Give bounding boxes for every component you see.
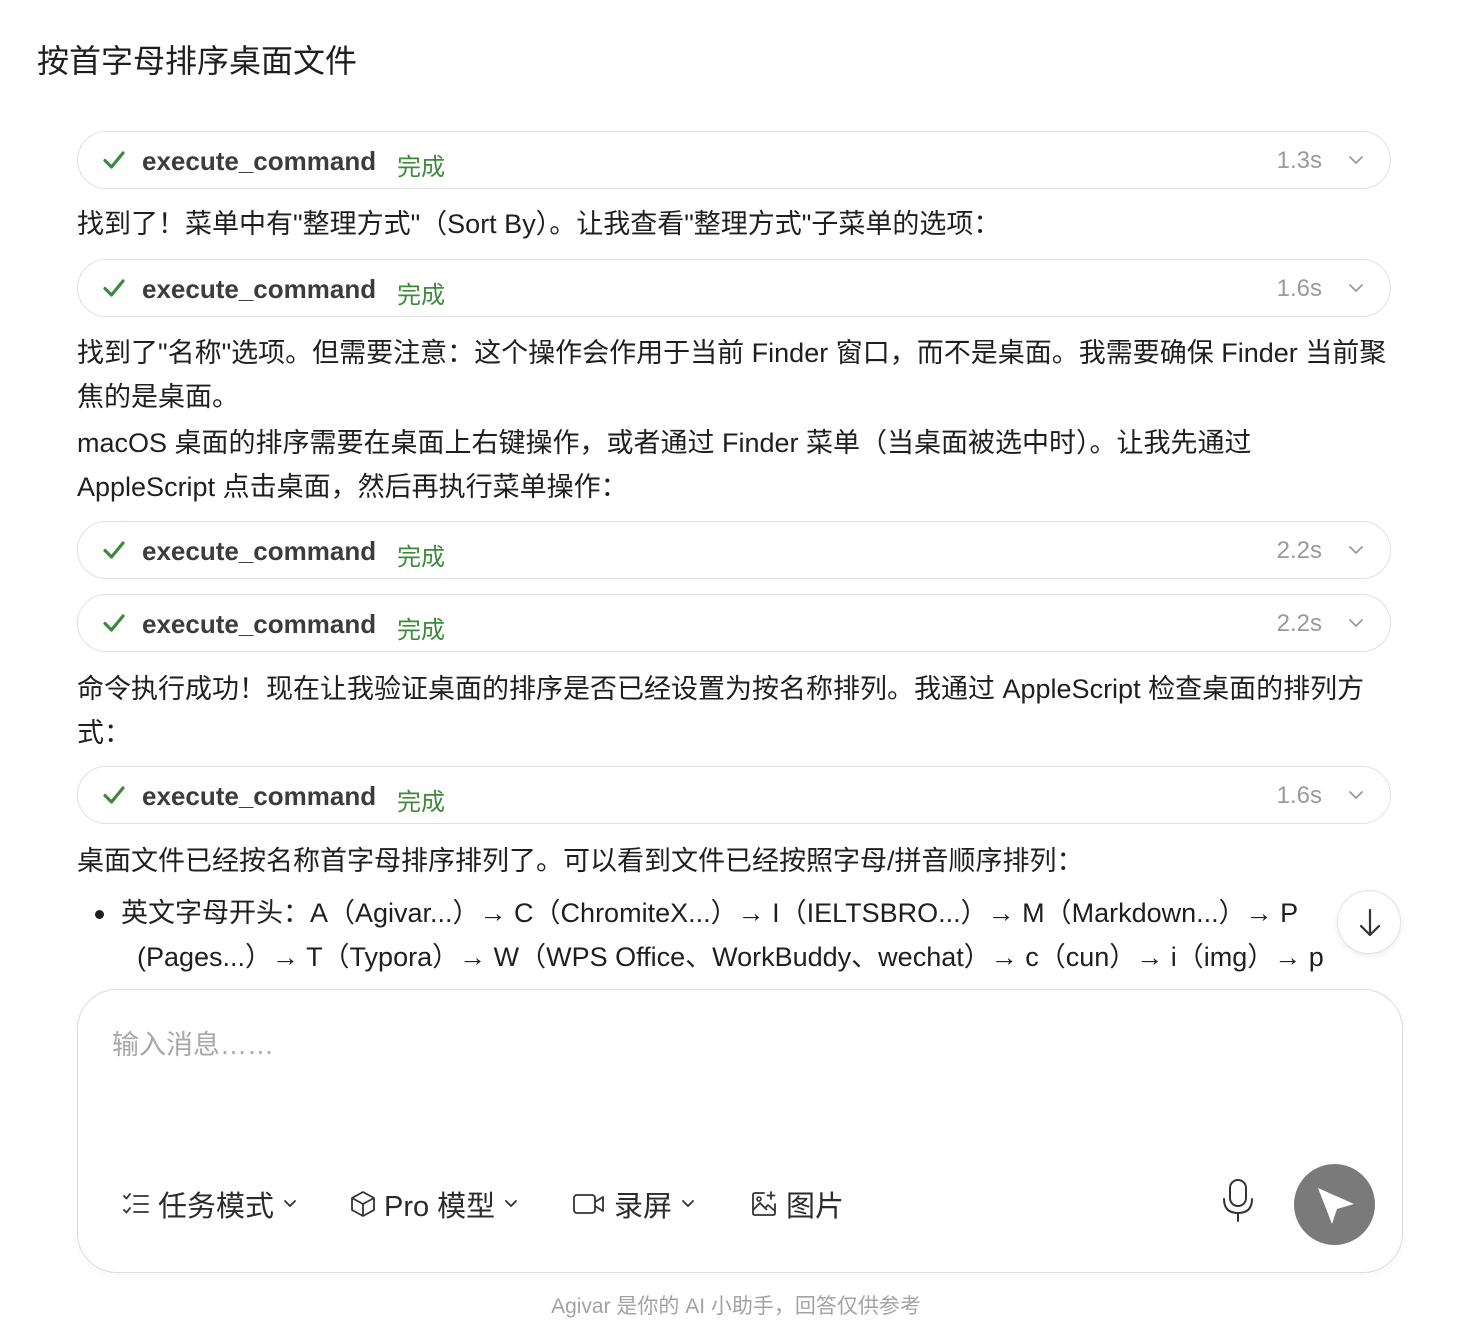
tool-duration: 1.6s bbox=[1276, 782, 1322, 809]
tool-name: execute_command bbox=[142, 274, 377, 304]
send-button[interactable] bbox=[1294, 1164, 1375, 1245]
chevron-down-icon[interactable] bbox=[1348, 544, 1364, 556]
image-label: 图片 bbox=[786, 1191, 845, 1223]
tool-call-card[interactable]: execute_command 完成 2.2s bbox=[77, 594, 1391, 652]
cube-icon bbox=[351, 1191, 375, 1217]
bullet-dot bbox=[95, 910, 104, 919]
chevron-down-icon bbox=[682, 1200, 694, 1207]
arrow-down-icon bbox=[1359, 908, 1381, 937]
tool-status: 完成 bbox=[397, 544, 445, 571]
check-icon bbox=[103, 279, 125, 297]
check-icon bbox=[103, 786, 125, 804]
chevron-down-icon[interactable] bbox=[1348, 154, 1364, 166]
scroll-to-bottom-button[interactable] bbox=[1337, 890, 1401, 954]
chevron-down-icon[interactable] bbox=[1348, 282, 1364, 294]
tool-call-card[interactable]: execute_command 完成 2.2s bbox=[77, 521, 1391, 579]
tool-status: 完成 bbox=[397, 282, 445, 309]
message-text: 找到了"名称"选项。但需要注意：这个操作会作用于当前 Finder 窗口，而不是… bbox=[77, 338, 1387, 412]
screen-record-dropdown[interactable]: 录屏 bbox=[572, 1182, 696, 1226]
tool-status: 完成 bbox=[397, 154, 445, 181]
tool-duration: 1.3s bbox=[1276, 147, 1322, 174]
record-label: 录屏 bbox=[614, 1191, 673, 1223]
model-dropdown[interactable]: Pro 模型 bbox=[350, 1182, 519, 1226]
video-camera-icon bbox=[573, 1194, 604, 1214]
chevron-down-icon bbox=[505, 1200, 518, 1207]
chat-transcript: execute_command 完成 1.3s 找到了！菜单中有"整理方式"（S… bbox=[77, 131, 1391, 976]
send-arrow-icon bbox=[1318, 1188, 1354, 1224]
message-text: 桌面文件已经按名称首字母排序排列了。可以看到文件已经按照字母/拼音顺序排列： bbox=[77, 846, 1084, 876]
message-text: macOS 桌面的排序需要在桌面上右键操作，或者通过 Finder 菜单（当桌面… bbox=[77, 428, 1252, 502]
message-text: 找到了！菜单中有"整理方式"（Sort By）。让我查看"整理方式"子菜单的选项… bbox=[77, 209, 1001, 239]
check-icon bbox=[103, 614, 125, 632]
microphone-icon[interactable] bbox=[1218, 1178, 1258, 1224]
chevron-down-icon[interactable] bbox=[1348, 617, 1364, 629]
disclaimer-footer: Agivar 是你的 AI 小助手，回答仅供参考 bbox=[551, 1295, 921, 1318]
chevron-down-icon bbox=[284, 1200, 296, 1207]
tool-duration: 2.2s bbox=[1276, 537, 1322, 564]
task-list-icon bbox=[123, 1193, 149, 1214]
tool-name: execute_command bbox=[142, 781, 377, 811]
assistant-message: 命令执行成功！现在让我验证桌面的排序是否已经设置为按名称排列。我通过 Apple… bbox=[77, 667, 1391, 755]
tool-call-card[interactable]: execute_command 完成 1.6s bbox=[77, 259, 1391, 317]
check-icon bbox=[103, 541, 125, 559]
image-upload-button[interactable]: 图片 bbox=[750, 1182, 844, 1226]
task-mode-dropdown[interactable]: 任务模式 bbox=[122, 1182, 298, 1226]
image-add-icon bbox=[752, 1191, 776, 1216]
tool-call-card[interactable]: execute_command 完成 1.6s bbox=[77, 766, 1391, 824]
list-item-text-continued: (Pages...）→ T（Typora）→ W（WPS Office、Work… bbox=[137, 942, 1324, 972]
tool-duration: 2.2s bbox=[1276, 610, 1322, 637]
message-composer: 任务模式 Pro 模型 录屏 图片 bbox=[77, 989, 1403, 1273]
assistant-message: 找到了"名称"选项。但需要注意：这个操作会作用于当前 Finder 窗口，而不是… bbox=[77, 331, 1391, 509]
tool-name: execute_command bbox=[142, 146, 377, 176]
tool-duration: 1.6s bbox=[1276, 275, 1322, 302]
message-text: 命令执行成功！现在让我验证桌面的排序是否已经设置为按名称排列。我通过 Apple… bbox=[77, 674, 1365, 748]
message-input[interactable] bbox=[110, 1022, 1354, 1068]
task-mode-label: 任务模式 bbox=[158, 1191, 275, 1223]
chevron-down-icon[interactable] bbox=[1348, 789, 1364, 801]
tool-name: execute_command bbox=[142, 536, 377, 566]
tool-status: 完成 bbox=[397, 789, 445, 816]
assistant-message: 找到了！菜单中有"整理方式"（Sort By）。让我查看"整理方式"子菜单的选项… bbox=[77, 202, 1391, 246]
model-label: Pro 模型 bbox=[384, 1191, 496, 1223]
check-icon bbox=[103, 151, 125, 169]
tool-name: execute_command bbox=[142, 609, 377, 639]
assistant-message: 桌面文件已经按名称首字母排序排列了。可以看到文件已经按照字母/拼音顺序排列： bbox=[77, 839, 1391, 883]
tool-status: 完成 bbox=[397, 617, 445, 644]
tool-call-card[interactable]: execute_command 完成 1.3s bbox=[77, 131, 1391, 189]
list-item-text: 英文字母开头：A（Agivar...）→ C（ChromiteX...）→ I（… bbox=[121, 898, 1299, 928]
page-title: 按首字母排序桌面文件 bbox=[37, 43, 358, 79]
